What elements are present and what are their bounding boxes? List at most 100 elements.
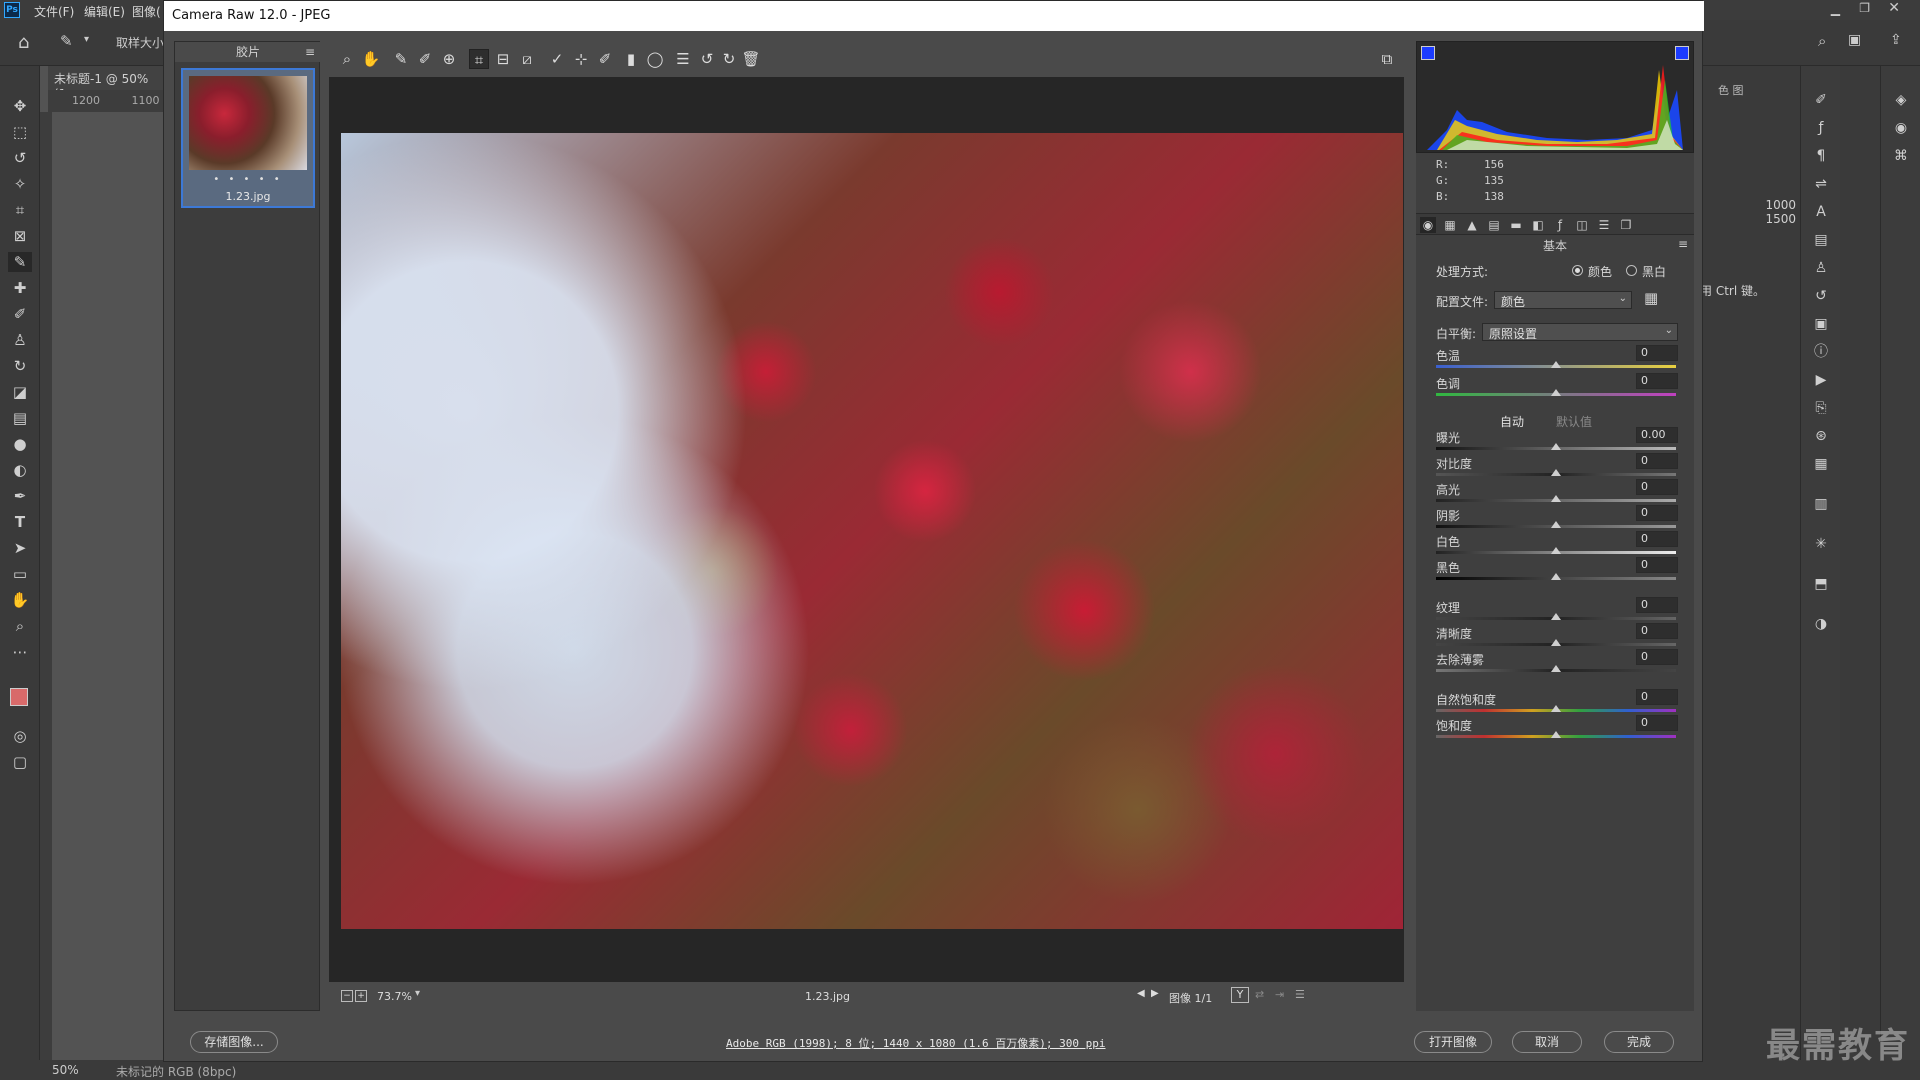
split-toning-tab-icon[interactable]: ▬ — [1508, 217, 1524, 233]
contrast-slider-thumb[interactable] — [1551, 469, 1561, 476]
temp-slider-thumb[interactable] — [1551, 361, 1561, 368]
pen-tool-icon[interactable]: ✒ — [8, 486, 32, 506]
snapshots-tab-icon[interactable]: ❐ — [1618, 217, 1634, 233]
whites-slider-thumb[interactable] — [1551, 547, 1561, 554]
cancel-button[interactable]: 取消 — [1512, 1031, 1582, 1053]
properties-icon[interactable]: ▤ — [1811, 230, 1831, 250]
adjustment-brush-icon[interactable]: ✐ — [595, 49, 615, 69]
dodge-tool-icon[interactable]: ◐ — [8, 460, 32, 480]
blur-tool-icon[interactable]: ● — [8, 434, 32, 454]
tone-curve-tab-icon[interactable]: ▦ — [1442, 217, 1458, 233]
before-after-toggle[interactable]: Y — [1231, 987, 1249, 1003]
next-image-icon[interactable]: ▶ — [1151, 988, 1159, 999]
effects-tab-icon[interactable]: ƒ — [1552, 217, 1568, 233]
document-tab[interactable]: 未标题-1 @ 50% (1 — [48, 66, 168, 101]
magic-wand-icon[interactable]: ✧ — [8, 174, 32, 194]
libraries-icon[interactable]: ▣ — [1811, 314, 1831, 334]
presets-tab-icon[interactable]: ☰ — [1596, 217, 1612, 233]
character-icon[interactable]: A — [1811, 202, 1831, 222]
filmstrip-thumbnail[interactable]: • • • • • 1.23.jpg — [181, 68, 315, 208]
blacks-slider-thumb[interactable] — [1551, 573, 1561, 580]
calibration-tab-icon[interactable]: ◫ — [1574, 217, 1590, 233]
workspace-icon[interactable]: ▣ — [1848, 32, 1861, 48]
foreground-color-swatch[interactable] — [10, 688, 28, 706]
vibrance-value[interactable]: 0 — [1636, 689, 1678, 705]
copy-settings-icon[interactable]: ⇥ — [1275, 988, 1284, 1001]
section-menu-icon[interactable]: ≡ — [1678, 237, 1688, 251]
menu-file[interactable]: 文件(F) — [34, 3, 74, 20]
home-icon[interactable]: ⌂ — [18, 32, 29, 53]
gradient-tool-icon[interactable]: ▤ — [8, 408, 32, 428]
marquee-tool-icon[interactable]: ⬚ — [8, 122, 32, 142]
profile-browser-icon[interactable]: ▦ — [1644, 289, 1658, 307]
shadows-slider-thumb[interactable] — [1551, 521, 1561, 528]
stamp-icon[interactable]: ♙ — [1811, 258, 1831, 278]
tint-value[interactable]: 0 — [1636, 373, 1678, 389]
path-select-icon[interactable]: ➤ — [8, 538, 32, 558]
lasso-tool-icon[interactable]: ↺ — [8, 148, 32, 168]
exposure-slider-thumb[interactable] — [1551, 443, 1561, 450]
rotate-right-icon[interactable]: ↻ — [719, 49, 739, 69]
eraser-tool-icon[interactable]: ◪ — [8, 382, 32, 402]
done-button[interactable]: 完成 — [1604, 1031, 1674, 1053]
thumbnail-rating[interactable]: • • • • • — [183, 174, 313, 185]
basic-tab-icon[interactable]: ◉ — [1420, 217, 1436, 233]
save-image-button[interactable]: 存储图像... — [190, 1031, 278, 1053]
saturation-value[interactable]: 0 — [1636, 715, 1678, 731]
clarity-value[interactable]: 0 — [1636, 623, 1678, 639]
preview-photo[interactable] — [341, 133, 1403, 929]
targeted-adjustment-icon[interactable]: ⊕ — [439, 49, 459, 69]
search-icon[interactable]: ⌕ — [1818, 32, 1826, 50]
preview-preferences-icon[interactable]: ☰ — [1295, 988, 1305, 1001]
color-sampler-icon[interactable]: ✐ — [415, 49, 435, 69]
clarity-slider-thumb[interactable] — [1551, 639, 1561, 646]
whites-value[interactable]: 0 — [1636, 531, 1678, 547]
quick-mask-icon[interactable]: ◎ — [8, 726, 32, 746]
zoom-in-button[interactable]: + — [355, 990, 367, 1002]
crop-icon[interactable]: ⌗ — [469, 49, 489, 69]
default-button[interactable]: 默认值 — [1556, 413, 1592, 430]
spot-removal-icon[interactable]: ✓ — [547, 49, 567, 69]
texture-value[interactable]: 0 — [1636, 597, 1678, 613]
history-brush-icon[interactable]: ↻ — [8, 356, 32, 376]
info-icon[interactable]: ⓘ — [1811, 342, 1831, 362]
contrast-value[interactable]: 0 — [1636, 453, 1678, 469]
hsl-tab-icon[interactable]: ▤ — [1486, 217, 1502, 233]
detail-tab-icon[interactable]: ▲ — [1464, 217, 1480, 233]
channels-icon[interactable]: ◉ — [1891, 118, 1911, 138]
glyphs-icon[interactable]: ƒ — [1811, 118, 1831, 138]
highlights-slider-thumb[interactable] — [1551, 495, 1561, 502]
3d-icon[interactable]: ✳ — [1811, 534, 1831, 554]
minimize-icon[interactable]: ▁ — [1831, 2, 1840, 16]
dehaze-value[interactable]: 0 — [1636, 649, 1678, 665]
texture-slider-thumb[interactable] — [1551, 613, 1561, 620]
graduated-filter-icon[interactable]: ▮ — [621, 49, 641, 69]
notes-icon[interactable]: ▥ — [1811, 494, 1831, 514]
red-eye-icon[interactable]: ⊹ — [571, 49, 591, 69]
history-icon[interactable]: ↺ — [1811, 286, 1831, 306]
status-zoom[interactable]: 50% — [52, 1063, 79, 1077]
shadow-clipping-warning[interactable] — [1421, 46, 1435, 60]
stamp-tool-icon[interactable]: ♙ — [8, 330, 32, 350]
menu-edit[interactable]: 编辑(E) — [84, 3, 125, 20]
move-tool-icon[interactable]: ✥ — [8, 96, 32, 116]
rotate-left-icon[interactable]: ↺ — [697, 49, 717, 69]
trash-icon[interactable]: 🗑 — [741, 49, 761, 69]
zoom-icon[interactable]: ⌕ — [337, 49, 357, 69]
shadows-value[interactable]: 0 — [1636, 505, 1678, 521]
more-tools-icon[interactable]: ⋯ — [8, 642, 32, 662]
white-balance-icon[interactable]: ✎ — [391, 49, 411, 69]
treatment-bw-radio[interactable] — [1626, 265, 1637, 276]
rectangle-tool-icon[interactable]: ▭ — [8, 564, 32, 584]
preferences-icon[interactable]: ☰ — [673, 49, 693, 69]
screen-mode-icon[interactable]: ▢ — [8, 752, 32, 772]
image-preview-area[interactable] — [329, 77, 1404, 982]
hand-icon[interactable]: ✋ — [361, 49, 381, 69]
timeline-icon[interactable]: ⊛ — [1811, 426, 1831, 446]
vibrance-slider-thumb[interactable] — [1551, 705, 1561, 712]
exposure-value[interactable]: 0.00 — [1636, 427, 1678, 443]
workflow-options-link[interactable]: Adobe RGB (1998); 8 位; 1440 x 1080 (1.6 … — [726, 1035, 1106, 1051]
auto-button[interactable]: 自动 — [1500, 413, 1524, 430]
share-icon[interactable]: ⇪ — [1890, 32, 1902, 48]
swap-settings-icon[interactable]: ⇄ — [1255, 988, 1264, 1001]
